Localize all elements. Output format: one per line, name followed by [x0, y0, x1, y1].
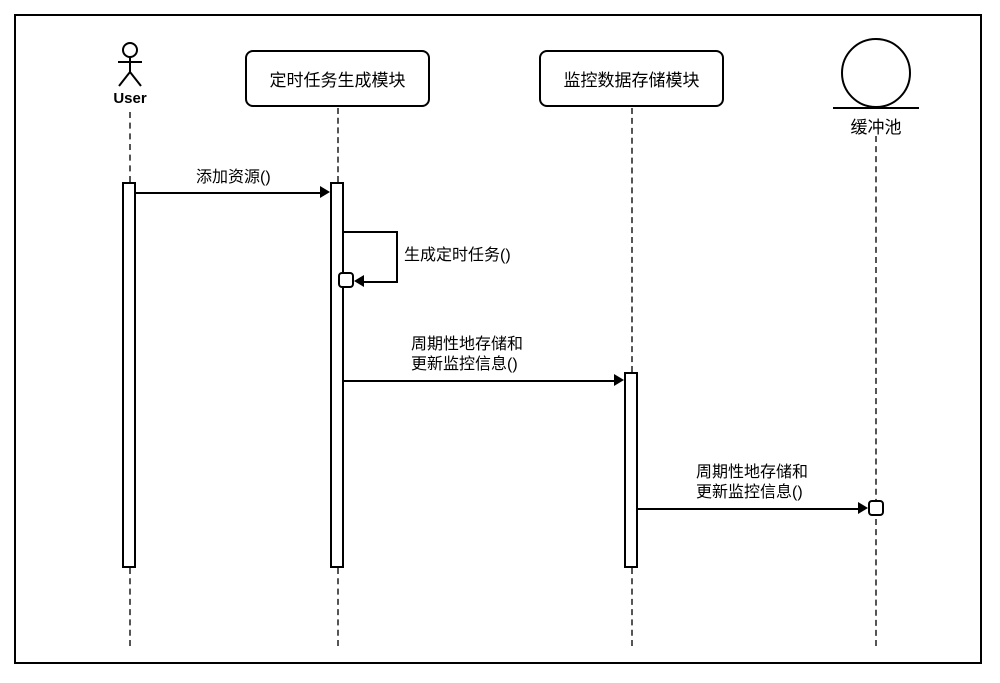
- msg-periodic2-line2: 更新监控信息(): [696, 484, 803, 501]
- msg-selfcall-end-box: [338, 272, 354, 288]
- lifeline-user-bottom: [129, 568, 131, 646]
- timer-module-label: 定时任务生成模块: [270, 71, 406, 90]
- lifeline-head-timer-module: 定时任务生成模块: [245, 50, 430, 107]
- msg-selfcall-label: 生成定时任务(): [404, 246, 511, 266]
- msg-periodic1-label: 周期性地存储和 更新监控信息(): [411, 335, 523, 375]
- actor-user-label: User: [100, 90, 160, 107]
- entity-underline: [833, 107, 919, 109]
- msg-selfcall-bottom: [362, 281, 398, 283]
- lifeline-user-top: [129, 112, 131, 182]
- msg-periodic1-line2: 更新监控信息(): [411, 356, 518, 373]
- buffer-pool-label: 缓冲池: [826, 113, 926, 138]
- lifeline-timer-bottom: [337, 568, 339, 646]
- msg-periodic2-arrowhead: [858, 502, 868, 514]
- msg-selfcall-top: [344, 231, 398, 233]
- msg-periodic1-line1: 周期性地存储和: [411, 336, 523, 353]
- lifeline-head-storage-module: 监控数据存储模块: [539, 50, 724, 107]
- lifeline-storage-bottom: [631, 568, 633, 646]
- msg-periodic2-line: [638, 508, 860, 510]
- storage-module-label: 监控数据存储模块: [564, 71, 700, 90]
- msg-add-resource-arrowhead: [320, 186, 330, 198]
- person-icon: [115, 42, 145, 88]
- msg-periodic2-label: 周期性地存储和 更新监控信息(): [696, 463, 808, 503]
- msg-periodic2-line1: 周期性地存储和: [696, 464, 808, 481]
- msg-periodic2-end-box: [868, 500, 884, 516]
- lifeline-head-buffer-pool: 缓冲池: [826, 38, 926, 138]
- lifeline-timer-top: [337, 108, 339, 182]
- diagram-frame: User 定时任务生成模块 监控数据存储模块 缓冲池 添加资源() 生成定时任务…: [14, 14, 982, 664]
- activation-timer: [330, 182, 344, 568]
- msg-add-resource-line: [136, 192, 322, 194]
- activation-user: [122, 182, 136, 568]
- msg-periodic1-line: [344, 380, 616, 382]
- activation-storage: [624, 372, 638, 568]
- lifeline-storage-top: [631, 108, 633, 372]
- lifeline-buffer: [875, 136, 877, 646]
- actor-user: User: [100, 42, 160, 107]
- msg-selfcall-vert: [396, 231, 398, 281]
- msg-add-resource-label: 添加资源(): [196, 168, 271, 188]
- entity-circle-icon: [841, 38, 911, 108]
- msg-selfcall-arrowhead: [354, 275, 364, 287]
- msg-periodic1-arrowhead: [614, 374, 624, 386]
